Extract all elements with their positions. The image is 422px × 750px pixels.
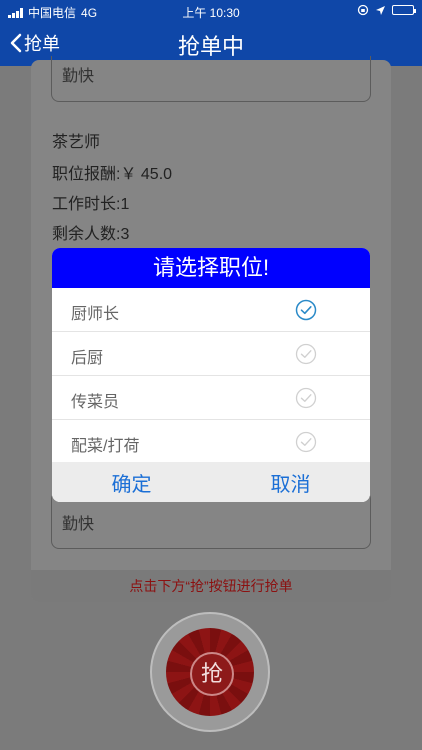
option-label: 配菜/打荷: [71, 438, 140, 455]
position-dialog: 请选择职位! 厨师长 后厨 传菜员 配菜/打荷 确定 取消: [52, 248, 370, 502]
check-unselected-icon: [295, 387, 317, 409]
job-pay: 职位报酬:￥ 45.0: [52, 166, 173, 183]
confirm-button[interactable]: 确定: [52, 462, 211, 502]
job-remaining: 剩余人数:3: [52, 226, 130, 243]
check-unselected-icon: [295, 431, 317, 453]
status-right: [357, 4, 416, 16]
job-duration: 工作时长:1: [52, 196, 130, 213]
lock-rotation-icon: [357, 4, 369, 16]
check-selected-icon: [295, 299, 317, 321]
option-label: 厨师长: [71, 306, 120, 323]
option-label: 传菜员: [71, 394, 120, 411]
position-option-kitchen[interactable]: 后厨: [52, 332, 370, 376]
job-name: 茶艺师: [52, 134, 101, 151]
location-icon: [376, 5, 385, 15]
grab-button-label: 抢: [190, 652, 234, 696]
grab-button[interactable]: 抢: [150, 612, 270, 732]
dialog-title: 请选择职位!: [52, 248, 370, 288]
remark-field-top[interactable]: 勤快: [51, 56, 371, 102]
battery-icon: [392, 5, 416, 15]
dialog-actions: 确定 取消: [52, 462, 370, 502]
status-bar: 中国电信 4G 上午 10:30: [0, 0, 422, 22]
position-option-server[interactable]: 传菜员: [52, 376, 370, 420]
cancel-button[interactable]: 取消: [211, 462, 370, 502]
position-option-prep[interactable]: 配菜/打荷: [52, 420, 370, 464]
check-unselected-icon: [295, 343, 317, 365]
position-option-chef[interactable]: 厨师长: [52, 288, 370, 332]
option-label: 后厨: [71, 350, 104, 367]
grab-hint: 点击下方“抢”按钮进行抢单: [31, 570, 391, 602]
